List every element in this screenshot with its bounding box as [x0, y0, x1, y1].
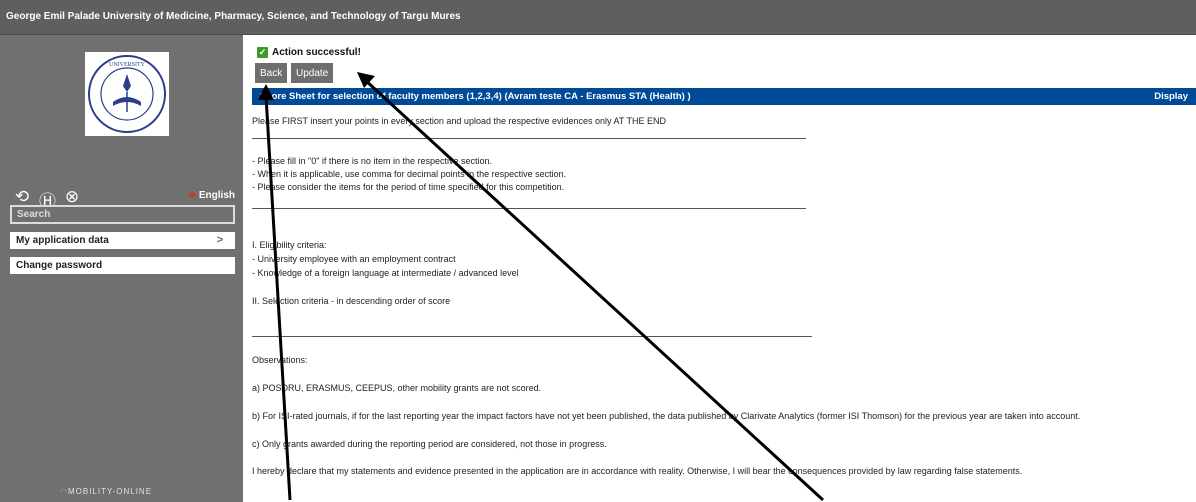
- observations-title: Observations:: [252, 355, 308, 365]
- divider: [252, 138, 806, 139]
- display-label[interactable]: Display: [1154, 91, 1188, 102]
- update-button[interactable]: Update: [291, 63, 334, 83]
- sidebar-item-label: Change password: [16, 260, 103, 271]
- chevron-right-icon: >: [216, 234, 223, 246]
- check-icon: ✓: [257, 47, 268, 58]
- back-button[interactable]: Back: [255, 63, 288, 83]
- sidebar-item-label: My application data: [16, 235, 109, 246]
- intro-text: Please FIRST insert your points in every…: [252, 116, 667, 126]
- sidebar-item-my-application-data[interactable]: My application data >: [10, 232, 235, 249]
- eligibility-line: I. Eligibility criteria:: [252, 240, 327, 250]
- annotation-arrowhead: [357, 72, 375, 88]
- sidebar-item-change-password[interactable]: Change password: [10, 257, 235, 274]
- score-sheet-header: Score Sheet for selection of faculty mem…: [252, 88, 1196, 105]
- observation-line: c) Only grants awarded during the report…: [252, 439, 607, 449]
- declaration-text: I hereby declare that my statements and …: [252, 466, 1023, 476]
- observation-line: a) POSDRU, ERASMUS, CEEPUS, other mobili…: [252, 383, 542, 393]
- top-bar: George Emil Palade University of Medicin…: [0, 0, 1196, 35]
- note-line: - When it is applicable, use comma for d…: [252, 169, 567, 179]
- language-label: English: [198, 190, 235, 201]
- score-sheet-title: Score Sheet for selection of faculty mem…: [260, 91, 691, 102]
- university-logo: UNIVERSITY: [85, 52, 169, 136]
- eligibility-line: - University employee with an employment…: [252, 254, 456, 264]
- sidebar: UNIVERSITY ⟲ Ⓗ ⊗ ✥English My application…: [0, 35, 243, 502]
- note-line: - Please fill in "0" if there is no item…: [252, 156, 492, 166]
- note-line: - Please consider the items for the peri…: [252, 182, 565, 192]
- observation-line: b) For ISI-rated journals, if for the la…: [252, 411, 1081, 421]
- search-input[interactable]: [10, 205, 235, 224]
- uk-flag-icon: ✥: [188, 190, 196, 200]
- logo-text: UNIVERSITY: [109, 62, 146, 68]
- status-message: ✓ Action successful!: [257, 47, 361, 58]
- divider: [252, 208, 806, 209]
- university-title: George Emil Palade University of Medicin…: [6, 11, 461, 22]
- mobility-online-logo: ◠MOBILITY-ONLINE: [60, 487, 153, 496]
- divider: [252, 336, 812, 337]
- selection-criteria: II. Selection criteria - in descending o…: [252, 296, 451, 306]
- annotation-arrow-line: [363, 78, 825, 502]
- language-selector[interactable]: ✥ English: [188, 190, 235, 201]
- eligibility-line: - Knowledge of a foreign language at int…: [252, 268, 519, 278]
